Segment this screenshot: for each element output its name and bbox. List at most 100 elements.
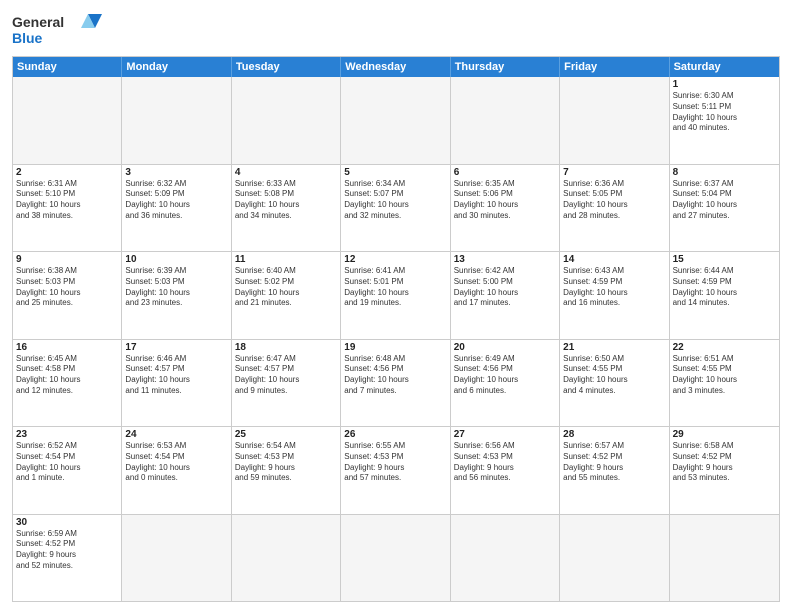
day-content: Sunrise: 6:42 AM Sunset: 5:00 PM Dayligh… — [454, 266, 556, 309]
day-content: Sunrise: 6:30 AM Sunset: 5:11 PM Dayligh… — [673, 91, 776, 134]
calendar-cell: 21Sunrise: 6:50 AM Sunset: 4:55 PM Dayli… — [560, 340, 669, 427]
day-number: 30 — [16, 517, 118, 528]
day-number: 19 — [344, 342, 446, 353]
calendar-cell: 20Sunrise: 6:49 AM Sunset: 4:56 PM Dayli… — [451, 340, 560, 427]
day-number: 13 — [454, 254, 556, 265]
weekday-header: Wednesday — [341, 57, 450, 77]
day-content: Sunrise: 6:43 AM Sunset: 4:59 PM Dayligh… — [563, 266, 665, 309]
day-number: 1 — [673, 79, 776, 90]
day-number: 8 — [673, 167, 776, 178]
calendar-cell: 25Sunrise: 6:54 AM Sunset: 4:53 PM Dayli… — [232, 427, 341, 514]
day-content: Sunrise: 6:51 AM Sunset: 4:55 PM Dayligh… — [673, 354, 776, 397]
calendar-cell: 16Sunrise: 6:45 AM Sunset: 4:58 PM Dayli… — [13, 340, 122, 427]
day-number: 10 — [125, 254, 227, 265]
calendar-cell: 1Sunrise: 6:30 AM Sunset: 5:11 PM Daylig… — [670, 77, 779, 164]
calendar-cell — [232, 77, 341, 164]
day-content: Sunrise: 6:54 AM Sunset: 4:53 PM Dayligh… — [235, 441, 337, 484]
calendar-body: 1Sunrise: 6:30 AM Sunset: 5:11 PM Daylig… — [13, 77, 779, 601]
calendar-cell — [670, 515, 779, 602]
calendar-cell: 24Sunrise: 6:53 AM Sunset: 4:54 PM Dayli… — [122, 427, 231, 514]
day-number: 16 — [16, 342, 118, 353]
calendar-cell: 27Sunrise: 6:56 AM Sunset: 4:53 PM Dayli… — [451, 427, 560, 514]
logo: General Blue — [12, 10, 102, 50]
calendar-cell — [232, 515, 341, 602]
calendar-row: 9Sunrise: 6:38 AM Sunset: 5:03 PM Daylig… — [13, 252, 779, 340]
day-content: Sunrise: 6:36 AM Sunset: 5:05 PM Dayligh… — [563, 179, 665, 222]
day-number: 21 — [563, 342, 665, 353]
day-number: 14 — [563, 254, 665, 265]
day-content: Sunrise: 6:49 AM Sunset: 4:56 PM Dayligh… — [454, 354, 556, 397]
day-content: Sunrise: 6:57 AM Sunset: 4:52 PM Dayligh… — [563, 441, 665, 484]
page: General Blue SundayMondayTuesdayWednesda… — [0, 0, 792, 612]
day-number: 27 — [454, 429, 556, 440]
weekday-header: Thursday — [451, 57, 560, 77]
day-number: 4 — [235, 167, 337, 178]
day-number: 17 — [125, 342, 227, 353]
calendar-cell — [560, 77, 669, 164]
calendar-cell: 29Sunrise: 6:58 AM Sunset: 4:52 PM Dayli… — [670, 427, 779, 514]
calendar-cell: 22Sunrise: 6:51 AM Sunset: 4:55 PM Dayli… — [670, 340, 779, 427]
day-content: Sunrise: 6:38 AM Sunset: 5:03 PM Dayligh… — [16, 266, 118, 309]
weekday-header: Friday — [560, 57, 669, 77]
calendar-cell: 17Sunrise: 6:46 AM Sunset: 4:57 PM Dayli… — [122, 340, 231, 427]
svg-text:General: General — [12, 14, 64, 30]
day-number: 28 — [563, 429, 665, 440]
calendar-cell: 10Sunrise: 6:39 AM Sunset: 5:03 PM Dayli… — [122, 252, 231, 339]
calendar-cell: 23Sunrise: 6:52 AM Sunset: 4:54 PM Dayli… — [13, 427, 122, 514]
day-content: Sunrise: 6:48 AM Sunset: 4:56 PM Dayligh… — [344, 354, 446, 397]
day-content: Sunrise: 6:34 AM Sunset: 5:07 PM Dayligh… — [344, 179, 446, 222]
day-number: 5 — [344, 167, 446, 178]
weekday-header: Saturday — [670, 57, 779, 77]
calendar-cell: 9Sunrise: 6:38 AM Sunset: 5:03 PM Daylig… — [13, 252, 122, 339]
calendar-cell: 12Sunrise: 6:41 AM Sunset: 5:01 PM Dayli… — [341, 252, 450, 339]
calendar-row: 1Sunrise: 6:30 AM Sunset: 5:11 PM Daylig… — [13, 77, 779, 165]
calendar-cell: 11Sunrise: 6:40 AM Sunset: 5:02 PM Dayli… — [232, 252, 341, 339]
day-number: 11 — [235, 254, 337, 265]
day-number: 6 — [454, 167, 556, 178]
day-number: 29 — [673, 429, 776, 440]
day-number: 9 — [16, 254, 118, 265]
calendar-cell: 19Sunrise: 6:48 AM Sunset: 4:56 PM Dayli… — [341, 340, 450, 427]
day-content: Sunrise: 6:47 AM Sunset: 4:57 PM Dayligh… — [235, 354, 337, 397]
day-number: 2 — [16, 167, 118, 178]
calendar-cell — [122, 515, 231, 602]
calendar-cell: 6Sunrise: 6:35 AM Sunset: 5:06 PM Daylig… — [451, 165, 560, 252]
day-number: 7 — [563, 167, 665, 178]
day-content: Sunrise: 6:46 AM Sunset: 4:57 PM Dayligh… — [125, 354, 227, 397]
day-content: Sunrise: 6:39 AM Sunset: 5:03 PM Dayligh… — [125, 266, 227, 309]
calendar-cell: 28Sunrise: 6:57 AM Sunset: 4:52 PM Dayli… — [560, 427, 669, 514]
calendar-row: 2Sunrise: 6:31 AM Sunset: 5:10 PM Daylig… — [13, 165, 779, 253]
day-content: Sunrise: 6:58 AM Sunset: 4:52 PM Dayligh… — [673, 441, 776, 484]
day-content: Sunrise: 6:37 AM Sunset: 5:04 PM Dayligh… — [673, 179, 776, 222]
day-content: Sunrise: 6:45 AM Sunset: 4:58 PM Dayligh… — [16, 354, 118, 397]
calendar-cell — [122, 77, 231, 164]
calendar-cell: 30Sunrise: 6:59 AM Sunset: 4:52 PM Dayli… — [13, 515, 122, 602]
calendar-row: 30Sunrise: 6:59 AM Sunset: 4:52 PM Dayli… — [13, 515, 779, 602]
calendar-cell: 4Sunrise: 6:33 AM Sunset: 5:08 PM Daylig… — [232, 165, 341, 252]
calendar-row: 16Sunrise: 6:45 AM Sunset: 4:58 PM Dayli… — [13, 340, 779, 428]
calendar-cell — [341, 77, 450, 164]
calendar-cell: 7Sunrise: 6:36 AM Sunset: 5:05 PM Daylig… — [560, 165, 669, 252]
day-content: Sunrise: 6:53 AM Sunset: 4:54 PM Dayligh… — [125, 441, 227, 484]
calendar-cell: 18Sunrise: 6:47 AM Sunset: 4:57 PM Dayli… — [232, 340, 341, 427]
calendar-cell — [560, 515, 669, 602]
day-content: Sunrise: 6:31 AM Sunset: 5:10 PM Dayligh… — [16, 179, 118, 222]
day-content: Sunrise: 6:33 AM Sunset: 5:08 PM Dayligh… — [235, 179, 337, 222]
day-content: Sunrise: 6:56 AM Sunset: 4:53 PM Dayligh… — [454, 441, 556, 484]
calendar-cell — [451, 77, 560, 164]
day-content: Sunrise: 6:55 AM Sunset: 4:53 PM Dayligh… — [344, 441, 446, 484]
calendar-cell: 13Sunrise: 6:42 AM Sunset: 5:00 PM Dayli… — [451, 252, 560, 339]
calendar-cell: 2Sunrise: 6:31 AM Sunset: 5:10 PM Daylig… — [13, 165, 122, 252]
day-number: 22 — [673, 342, 776, 353]
day-number: 25 — [235, 429, 337, 440]
calendar-cell: 3Sunrise: 6:32 AM Sunset: 5:09 PM Daylig… — [122, 165, 231, 252]
day-content: Sunrise: 6:59 AM Sunset: 4:52 PM Dayligh… — [16, 529, 118, 572]
day-content: Sunrise: 6:44 AM Sunset: 4:59 PM Dayligh… — [673, 266, 776, 309]
day-number: 26 — [344, 429, 446, 440]
day-content: Sunrise: 6:41 AM Sunset: 5:01 PM Dayligh… — [344, 266, 446, 309]
day-content: Sunrise: 6:35 AM Sunset: 5:06 PM Dayligh… — [454, 179, 556, 222]
day-content: Sunrise: 6:52 AM Sunset: 4:54 PM Dayligh… — [16, 441, 118, 484]
calendar-cell — [451, 515, 560, 602]
day-content: Sunrise: 6:50 AM Sunset: 4:55 PM Dayligh… — [563, 354, 665, 397]
calendar-cell: 26Sunrise: 6:55 AM Sunset: 4:53 PM Dayli… — [341, 427, 450, 514]
